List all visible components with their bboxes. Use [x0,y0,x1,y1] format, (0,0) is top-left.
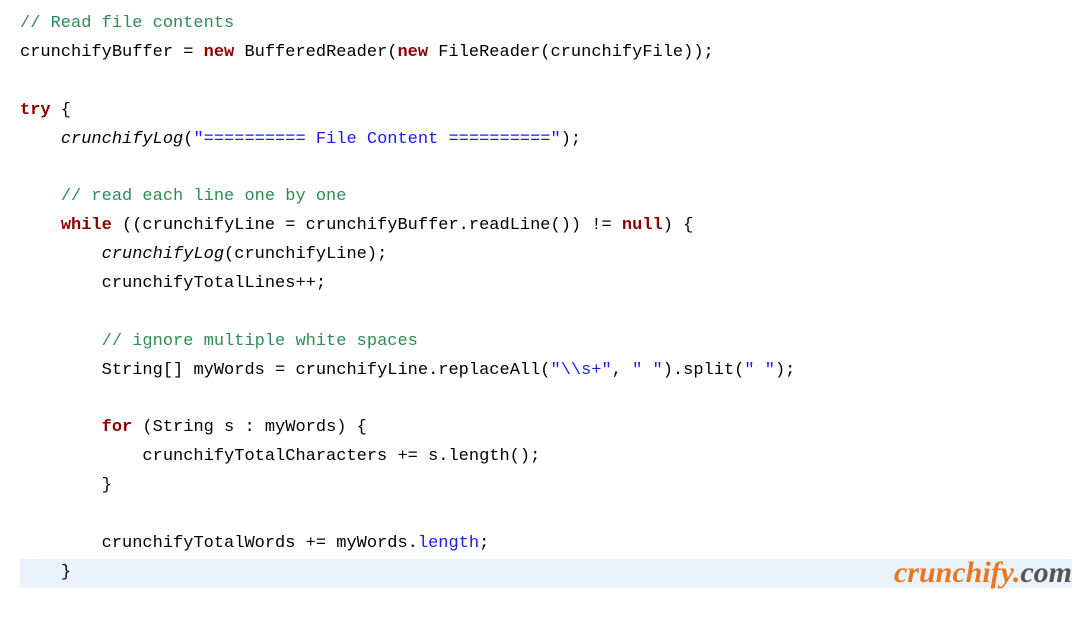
comment-read-file: // Read file contents [20,14,234,33]
indent [20,130,61,149]
paren: ( [183,130,193,149]
code-line-2-var: crunchifyBuffer [20,43,183,62]
keyword-new-1: new [204,43,235,62]
total-words-1: crunchifyTotalWords += myWords. [102,534,418,553]
brand-main: crunchify [894,556,1013,589]
string-file-content: "========== File Content ==========" [193,130,560,149]
for-close: } [102,476,112,495]
code-line-2-eq: = [183,43,203,62]
while-cond: ((crunchifyLine = crunchifyBuffer.readLi… [112,216,622,235]
code-line-2-filereader: FileReader(crunchifyFile)); [428,43,714,62]
indent [20,418,102,437]
code-line-2-bufreader: BufferedReader( [234,43,397,62]
total-lines-incr: crunchifyTotalLines++; [102,274,326,293]
indent [20,187,61,206]
func-crunchifylog-1: crunchifyLog [61,130,183,149]
length-prop: length [418,534,479,553]
code-block: // Read file contents crunchifyBuffer = … [20,10,1072,588]
indent [20,563,61,582]
indent [20,274,102,293]
log-arg: (crunchifyLine); [224,245,387,264]
string-space-2: " " [744,361,775,380]
comment-read-each-line: // read each line one by one [61,187,347,206]
brand-ext: com [1020,556,1072,589]
comment-ignore-whitespace: // ignore multiple white spaces [102,332,418,351]
for-header: (String s : myWords) { [132,418,367,437]
indent [20,216,61,235]
line-end: ); [561,130,581,149]
indent [20,534,102,553]
indent [20,332,102,351]
indent [20,361,102,380]
mywords-decl-2: , [612,361,632,380]
mywords-decl-4: ); [775,361,795,380]
code-line-4-brace: { [51,101,71,120]
string-regex: "\\s+" [551,361,612,380]
mywords-decl-3: ).split( [663,361,745,380]
indent [20,447,142,466]
total-words-2: ; [479,534,489,553]
indent [20,245,102,264]
indent [20,476,102,495]
keyword-new-2: new [397,43,428,62]
total-chars-stmt: crunchifyTotalCharacters += s.length(); [142,447,540,466]
while-end: ) { [663,216,694,235]
keyword-null: null [622,216,663,235]
func-crunchifylog-2: crunchifyLog [102,245,224,264]
keyword-for: for [102,418,133,437]
string-space-1: " " [632,361,663,380]
brand-watermark: crunchify.com [894,547,1072,598]
keyword-try: try [20,101,51,120]
while-close: } [61,563,71,582]
mywords-decl-1: String[] myWords = crunchifyLine.replace… [102,361,551,380]
keyword-while: while [61,216,112,235]
